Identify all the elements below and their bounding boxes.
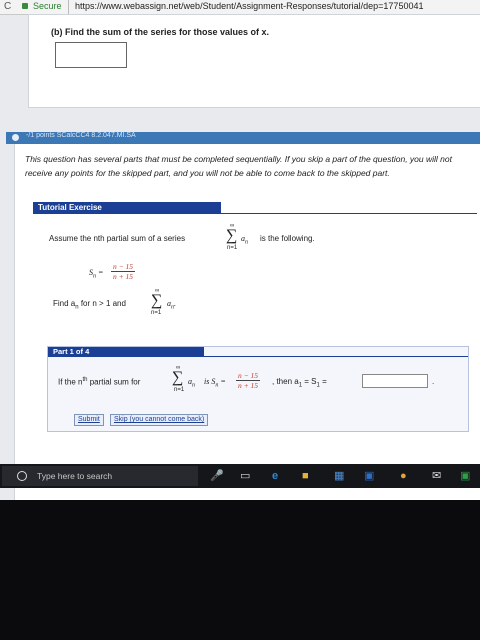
screen: C Secure https://www.webassign.net/web/S… bbox=[0, 0, 480, 500]
taskbar-search[interactable]: Type here to search bbox=[2, 466, 198, 486]
part-1-fraction: n − 15 n + 15 bbox=[236, 371, 261, 390]
find-sigma-symbol: ∑ bbox=[151, 292, 163, 309]
chrome-icon[interactable]: ● bbox=[400, 470, 407, 482]
store-icon[interactable]: ▦ bbox=[334, 470, 344, 482]
part-1-sigma-symbol: ∑ bbox=[172, 369, 184, 386]
sn-fraction: n − 15 n + 15 bbox=[111, 262, 136, 281]
part-1-sum-bottom: n=1 bbox=[174, 387, 185, 393]
sn-numerator: n − 15 bbox=[111, 262, 136, 272]
part-1-is-sn: is Sn = bbox=[204, 377, 226, 389]
find-text: Find an for n > 1 and bbox=[53, 299, 126, 311]
part-b-answer-input[interactable] bbox=[55, 42, 127, 68]
part-1-panel: Part 1 of 4 If the nth partial sum for ∞… bbox=[47, 346, 469, 432]
assume-tail: is the following. bbox=[260, 234, 315, 243]
part-1-term: an bbox=[188, 377, 195, 389]
microphone-icon[interactable]: 🎤 bbox=[210, 470, 224, 482]
address-separator bbox=[68, 0, 69, 14]
address-bar[interactable]: C Secure https://www.webassign.net/web/S… bbox=[0, 0, 480, 15]
skip-button[interactable]: Skip (you cannot come back) bbox=[110, 414, 209, 426]
find-sum-bottom: n=1 bbox=[151, 310, 162, 316]
a1-answer-input[interactable] bbox=[362, 374, 428, 388]
question-points: -/1 points SCalcCC4 8.2.047.MI.SA bbox=[26, 132, 136, 139]
question-card: This question has several parts that mus… bbox=[14, 144, 480, 500]
part-1-then-text: , then a1 = S1 = bbox=[272, 377, 327, 389]
part-1-title: Part 1 of 4 bbox=[53, 347, 90, 356]
excel-icon[interactable]: ▣ bbox=[460, 470, 470, 482]
file-explorer-icon[interactable]: ■ bbox=[302, 470, 309, 482]
series-bottom-limit: n=1 bbox=[227, 245, 238, 251]
taskbar: Type here to search 🎤 ▭ e ■ ▦ ▣ ● ✉ ▣ bbox=[0, 464, 480, 488]
mail-icon[interactable]: ✉ bbox=[432, 470, 441, 482]
task-view-icon[interactable]: ▭ bbox=[240, 470, 250, 482]
part-1-rule bbox=[204, 356, 468, 357]
cortana-icon[interactable] bbox=[17, 471, 27, 481]
tutorial-title: Tutorial Exercise bbox=[38, 203, 102, 212]
sn-label: Sn = bbox=[89, 268, 104, 280]
reload-icon[interactable]: C bbox=[4, 1, 11, 12]
question-intro: This question has several parts that mus… bbox=[25, 154, 452, 178]
assume-text: Assume the nth partial sum of a series bbox=[49, 234, 186, 243]
url-text[interactable]: https://www.webassign.net/web/Student/As… bbox=[75, 1, 423, 11]
submit-button[interactable]: Submit bbox=[74, 414, 104, 426]
part-1-period: . bbox=[432, 377, 435, 386]
part-1-text: If the nth partial sum for bbox=[58, 377, 141, 387]
part-1-numerator: n − 15 bbox=[236, 371, 261, 381]
tutorial-rule bbox=[221, 213, 477, 214]
lock-icon bbox=[22, 3, 28, 9]
series-term: an bbox=[241, 234, 248, 246]
part-b-question: (b) Find the sum of the series for those… bbox=[51, 27, 270, 37]
tutorial-header: Tutorial Exercise bbox=[33, 202, 221, 214]
secure-label: Secure bbox=[33, 1, 62, 11]
word-icon[interactable]: ▣ bbox=[364, 470, 374, 482]
part-1-header: Part 1 of 4 bbox=[48, 347, 204, 357]
find-sum-term: an. bbox=[167, 299, 176, 311]
question-status-icon bbox=[12, 134, 19, 141]
part-b-card: (b) Find the sum of the series for those… bbox=[28, 14, 480, 108]
part-1-denominator: n + 15 bbox=[238, 381, 259, 390]
sn-denominator: n + 15 bbox=[113, 272, 134, 281]
question-header: -/1 points SCalcCC4 8.2.047.MI.SA bbox=[6, 132, 480, 144]
taskbar-search-placeholder[interactable]: Type here to search bbox=[37, 471, 112, 481]
sigma-symbol: ∑ bbox=[226, 227, 238, 244]
edge-browser-icon[interactable]: e bbox=[272, 470, 278, 482]
